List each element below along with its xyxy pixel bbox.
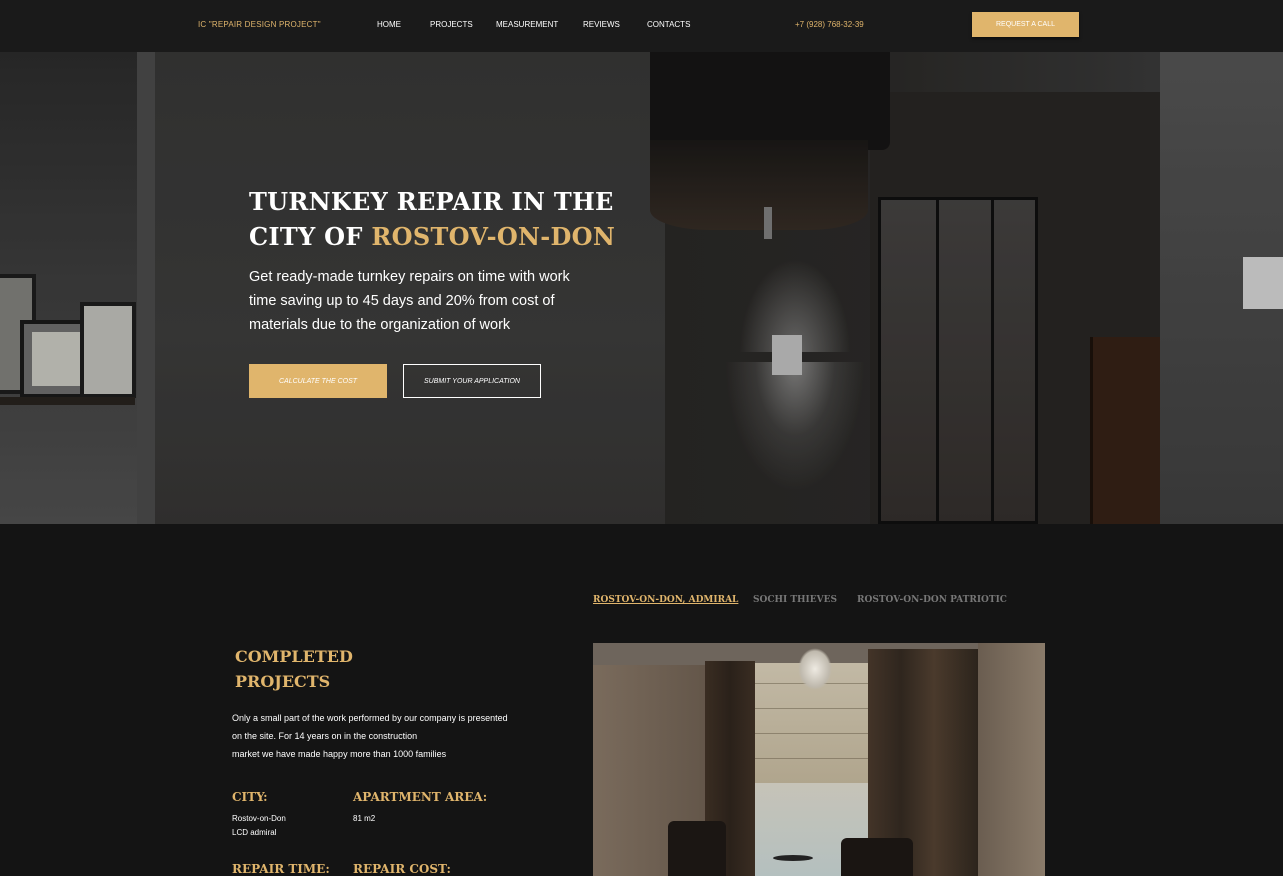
section-title-line1: COMPLETED [235, 647, 353, 666]
nav-reviews[interactable]: REVIEWS [583, 20, 620, 29]
section-description: Only a small part of the work performed … [232, 709, 542, 763]
tab-rostov-admiral[interactable]: ROSTOV-ON-DON, ADMIRAL [593, 595, 738, 605]
site-header: IC "REPAIR DESIGN PROJECT" HOME PROJECTS… [0, 0, 1283, 52]
repair-cost-label: REPAIR COST: [353, 862, 451, 876]
city-value-line1: Rostov-on-Don [232, 814, 286, 823]
phone-link[interactable]: +7 (928) 768-32-39 [795, 20, 864, 29]
nav-contacts[interactable]: CONTACTS [647, 20, 690, 29]
apartment-area-value: 81 m2 [353, 814, 376, 823]
section-title-line2: PROJECTS [235, 672, 331, 691]
request-call-button[interactable]: REQUEST A CALL [972, 12, 1079, 37]
hero-title-accent: ROSTOV-ON-DON [371, 222, 616, 251]
section-description-line2: on the site. For 14 years on in the cons… [232, 731, 418, 741]
section-description-line1: Only a small part of the work performed … [232, 713, 508, 723]
hero-subtitle: Get ready-made turnkey repairs on time w… [249, 269, 570, 333]
city-value: Rostov-on-Don LCD admiral [232, 812, 286, 840]
hero-title: TURNKEY REPAIR IN THE CITY OF ROSTOV-ON-… [249, 184, 629, 254]
calculate-cost-button[interactable]: CALCULATE THE COST [249, 364, 387, 398]
repair-time-label: REPAIR TIME: [232, 862, 330, 876]
nav-measurement[interactable]: MEASUREMENT [496, 20, 558, 29]
hero-section: TURNKEY REPAIR IN THE CITY OF ROSTOV-ON-… [0, 52, 1283, 524]
logo[interactable]: IC "REPAIR DESIGN PROJECT" [198, 20, 321, 29]
city-label: CITY: [232, 790, 268, 804]
nav-home[interactable]: HOME [377, 20, 401, 29]
submit-application-button[interactable]: SUBMIT YOUR APPLICATION [403, 364, 541, 398]
project-photo [593, 643, 1045, 876]
apartment-area-label: APARTMENT AREA: [353, 790, 488, 804]
nav-projects[interactable]: PROJECTS [430, 20, 473, 29]
section-title: COMPLETED PROJECTS [235, 644, 353, 694]
section-description-line3: market we have made happy more than 1000… [232, 749, 447, 759]
tab-rostov-patriotic[interactable]: ROSTOV-ON-DON PATRIOTIC [857, 595, 1007, 605]
hero-title-prefix: CITY OF [249, 222, 372, 251]
tab-sochi-thieves[interactable]: SOCHI THIEVES [753, 595, 837, 605]
hero-title-line1: TURNKEY REPAIR IN THE [249, 187, 614, 216]
city-value-line2: LCD admiral [232, 828, 277, 837]
